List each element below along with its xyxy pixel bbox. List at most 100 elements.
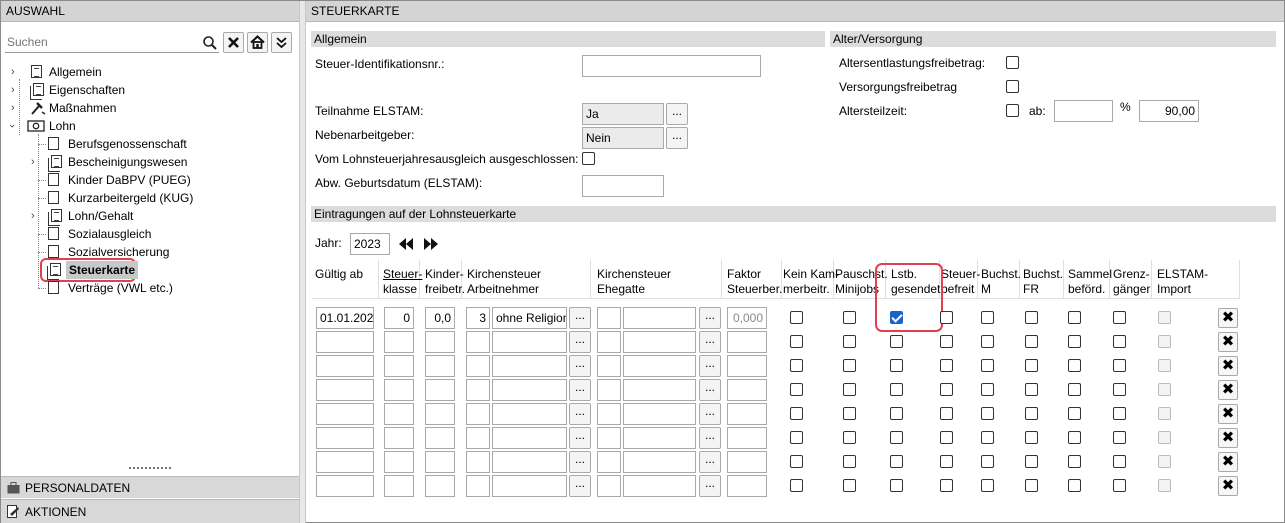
- delete-row-button[interactable]: ✖: [1218, 332, 1238, 352]
- steuerbefreit-checkbox[interactable]: [940, 479, 953, 492]
- kirchensteuer-text-field[interactable]: [492, 427, 567, 449]
- kinderfreibetrag-field[interactable]: [425, 451, 455, 473]
- lstb-gesendet-checkbox[interactable]: [890, 359, 903, 372]
- search-box[interactable]: [5, 31, 219, 53]
- kirchensteuer-code-field[interactable]: [466, 379, 490, 401]
- ehegatte-text-field[interactable]: [623, 379, 696, 401]
- sammelbefoerderung-checkbox[interactable]: [1068, 431, 1081, 444]
- kirchensteuer-text-field[interactable]: [492, 475, 567, 497]
- pauschst-minijobs-checkbox[interactable]: [843, 431, 856, 444]
- steuerbefreit-checkbox[interactable]: [940, 311, 953, 324]
- delete-row-button[interactable]: ✖: [1218, 356, 1238, 376]
- kinderfreibetrag-field[interactable]: 0,0: [425, 307, 455, 329]
- grenzgaenger-checkbox[interactable]: [1113, 335, 1126, 348]
- kirchensteuer-lookup-button[interactable]: ...: [569, 355, 591, 377]
- home-button[interactable]: [247, 32, 268, 53]
- steuerklasse-field[interactable]: [384, 475, 414, 497]
- collapse-all-button[interactable]: [271, 32, 292, 53]
- buchst-m-checkbox[interactable]: [981, 479, 994, 492]
- tree-item-kinder-dabpv[interactable]: Kinder DaBPV (PUEG): [29, 171, 289, 189]
- steuerbefreit-checkbox[interactable]: [940, 359, 953, 372]
- kein-kammerbeitrag-checkbox[interactable]: [790, 311, 803, 324]
- kein-kammerbeitrag-checkbox[interactable]: [790, 455, 803, 468]
- delete-row-button[interactable]: ✖: [1218, 428, 1238, 448]
- ehegatte-text-field[interactable]: [623, 475, 696, 497]
- ehegatte-lookup-button[interactable]: ...: [699, 355, 721, 377]
- steuerbefreit-checkbox[interactable]: [940, 455, 953, 468]
- grenzgaenger-checkbox[interactable]: [1113, 431, 1126, 444]
- pauschst-minijobs-checkbox[interactable]: [843, 407, 856, 420]
- tree-item-allgemein[interactable]: › Allgemein: [9, 63, 289, 81]
- chevron-right-icon[interactable]: ›: [11, 81, 15, 99]
- lstb-gesendet-checkbox[interactable]: [890, 383, 903, 396]
- nebenarbeitgeber-field[interactable]: Nein: [582, 127, 664, 149]
- kirchensteuer-code-field[interactable]: [466, 403, 490, 425]
- ehegatte-lookup-button[interactable]: ...: [699, 475, 721, 497]
- panel-splitter[interactable]: [299, 1, 306, 523]
- next-year-icon[interactable]: [423, 238, 439, 250]
- kirchensteuer-text-field[interactable]: [492, 379, 567, 401]
- chevron-right-icon[interactable]: ›: [11, 63, 15, 81]
- kinderfreibetrag-field[interactable]: [425, 331, 455, 353]
- ehegatte-code-field[interactable]: [597, 355, 621, 377]
- grenzgaenger-checkbox[interactable]: [1113, 455, 1126, 468]
- resize-grip[interactable]: [129, 467, 171, 470]
- aktionen-bar[interactable]: AKTIONEN: [1, 499, 299, 523]
- gueltig-field[interactable]: 01.01.2023: [316, 307, 374, 329]
- lstb-gesendet-checkbox[interactable]: [890, 455, 903, 468]
- buchst-m-checkbox[interactable]: [981, 359, 994, 372]
- kirchensteuer-text-field[interactable]: ohne Religion: [492, 307, 567, 329]
- ehegatte-lookup-button[interactable]: ...: [699, 427, 721, 449]
- kirchensteuer-code-field[interactable]: 3: [466, 307, 490, 329]
- tree-item-lohn-gehalt[interactable]: › Lohn/Gehalt: [29, 207, 289, 226]
- steuerklasse-field[interactable]: [384, 427, 414, 449]
- faktor-field[interactable]: [727, 355, 767, 377]
- kirchensteuer-code-field[interactable]: [466, 475, 490, 497]
- tree-item-berufsgenossenschaft[interactable]: Berufsgenossenschaft: [29, 135, 289, 153]
- kein-kammerbeitrag-checkbox[interactable]: [790, 335, 803, 348]
- buchst-fr-checkbox[interactable]: [1025, 359, 1038, 372]
- kirchensteuer-code-field[interactable]: [466, 427, 490, 449]
- jahr-field[interactable]: 2023: [350, 233, 390, 255]
- pauschst-minijobs-checkbox[interactable]: [843, 383, 856, 396]
- kein-kammerbeitrag-checkbox[interactable]: [790, 431, 803, 444]
- kinderfreibetrag-field[interactable]: [425, 475, 455, 497]
- lstb-gesendet-checkbox[interactable]: [890, 407, 903, 420]
- faktor-field[interactable]: [727, 379, 767, 401]
- kirchensteuer-text-field[interactable]: [492, 331, 567, 353]
- nebenarbeitgeber-lookup-button[interactable]: ...: [666, 127, 688, 149]
- delete-row-button[interactable]: ✖: [1218, 452, 1238, 472]
- ehegatte-code-field[interactable]: [597, 475, 621, 497]
- tree-item-eigenschaften[interactable]: › Eigenschaften: [9, 81, 289, 100]
- versorgungsfreibetrag-checkbox[interactable]: [1006, 80, 1019, 93]
- kirchensteuer-text-field[interactable]: [492, 451, 567, 473]
- faktor-field[interactable]: [727, 451, 767, 473]
- ehegatte-code-field[interactable]: [597, 307, 621, 329]
- steuerbefreit-checkbox[interactable]: [940, 431, 953, 444]
- geburtsdatum-field[interactable]: [582, 175, 664, 197]
- delete-row-button[interactable]: ✖: [1218, 380, 1238, 400]
- sammelbefoerderung-checkbox[interactable]: [1068, 359, 1081, 372]
- gueltig-field[interactable]: [316, 403, 374, 425]
- chevron-right-icon[interactable]: ›: [11, 99, 15, 117]
- ehegatte-code-field[interactable]: [597, 427, 621, 449]
- ehegatte-lookup-button[interactable]: ...: [699, 307, 721, 329]
- grenzgaenger-checkbox[interactable]: [1113, 359, 1126, 372]
- steuerklasse-field[interactable]: 0: [384, 307, 414, 329]
- lohnsteuerjahresausgleich-checkbox[interactable]: [582, 152, 595, 165]
- buchst-m-checkbox[interactable]: [981, 383, 994, 396]
- ehegatte-lookup-button[interactable]: ...: [699, 379, 721, 401]
- ehegatte-text-field[interactable]: [623, 427, 696, 449]
- tree-item-sozialausgleich[interactable]: Sozialausgleich: [29, 225, 289, 243]
- kinderfreibetrag-field[interactable]: [425, 403, 455, 425]
- buchst-fr-checkbox[interactable]: [1025, 407, 1038, 420]
- sammelbefoerderung-checkbox[interactable]: [1068, 455, 1081, 468]
- sammelbefoerderung-checkbox[interactable]: [1068, 335, 1081, 348]
- pauschst-minijobs-checkbox[interactable]: [843, 359, 856, 372]
- personaldaten-bar[interactable]: PERSONALDATEN: [1, 476, 299, 498]
- altersteilzeit-percent-field[interactable]: 90,00: [1139, 100, 1199, 122]
- pauschst-minijobs-checkbox[interactable]: [843, 335, 856, 348]
- kein-kammerbeitrag-checkbox[interactable]: [790, 407, 803, 420]
- kirchensteuer-lookup-button[interactable]: ...: [569, 475, 591, 497]
- tree-item-kurzarbeitergeld[interactable]: Kurzarbeitergeld (KUG): [29, 189, 289, 207]
